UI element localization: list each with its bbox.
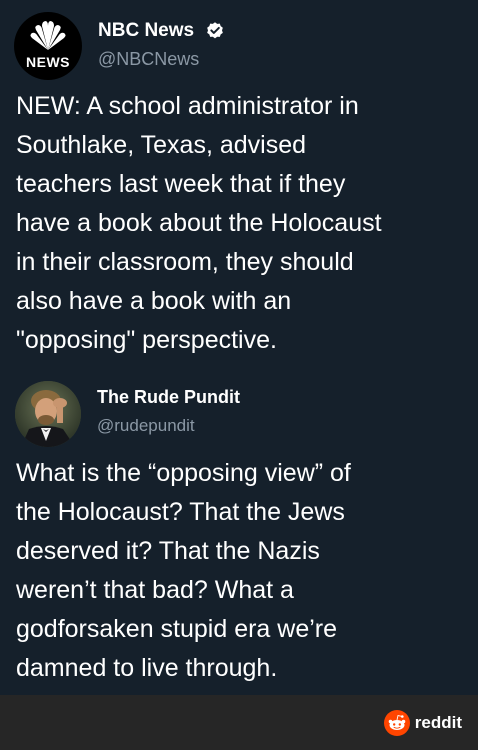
author-handle[interactable]: @rudepundit bbox=[97, 416, 195, 436]
nbc-news-avatar[interactable]: NEWS bbox=[14, 12, 82, 80]
tweet-text: NEW: A school administrator in Southlake… bbox=[16, 92, 382, 354]
watermark-bar: reddit bbox=[0, 695, 478, 750]
author-name[interactable]: NBC News bbox=[98, 20, 194, 42]
verified-badge-icon bbox=[207, 22, 223, 39]
tweet-text: What is the “opposing view” of the Holoc… bbox=[16, 459, 351, 682]
nbc-peacock-logo-icon bbox=[30, 21, 66, 50]
quoted-tweet[interactable]: NEWS NBC News @NBCNews NEW: A school adm… bbox=[0, 0, 478, 370]
nbc-news-wordmark: NEWS bbox=[26, 54, 70, 70]
main-tweet[interactable]: The Rude Pundit @rudepundit What is the … bbox=[0, 370, 478, 695]
rude-pundit-avatar[interactable] bbox=[15, 381, 81, 447]
reddit-snoo-icon bbox=[383, 710, 410, 736]
reddit-label: reddit bbox=[414, 713, 462, 732]
author-name[interactable]: The Rude Pundit bbox=[97, 387, 240, 408]
profile-photo-icon bbox=[15, 381, 81, 447]
reddit-watermark: reddit bbox=[383, 709, 462, 737]
author-handle[interactable]: @NBCNews bbox=[98, 49, 199, 70]
